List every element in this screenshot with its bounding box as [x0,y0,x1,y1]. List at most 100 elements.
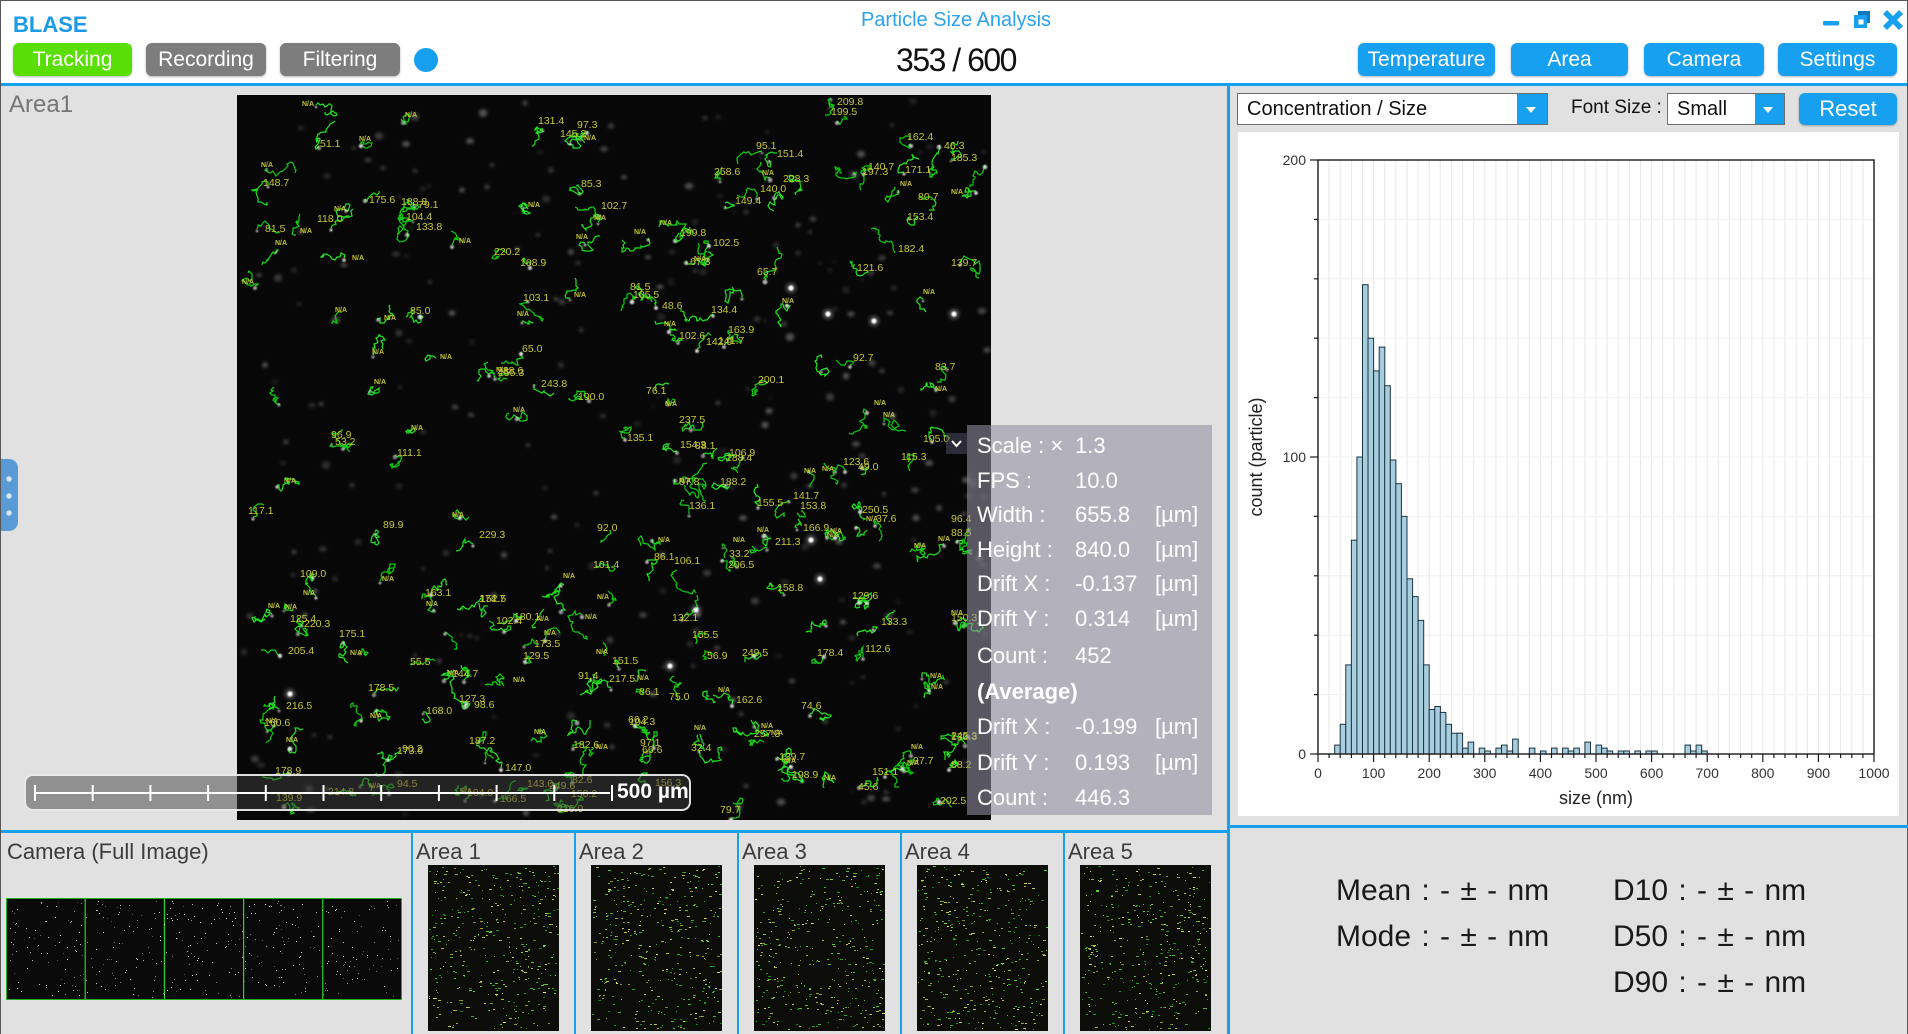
svg-text:175.1: 175.1 [339,628,365,640]
svg-text:187.2: 187.2 [469,735,495,747]
svg-text:100: 100 [1362,765,1386,781]
svg-text:N/A: N/A [359,136,371,143]
svg-text:249.5: 249.5 [742,647,768,659]
svg-text:131.4: 131.4 [538,115,564,127]
svg-text:N/A: N/A [951,610,963,617]
svg-text:74.6: 74.6 [801,700,822,712]
svg-text:154.3: 154.3 [680,439,706,451]
svg-text:129.6: 129.6 [852,590,878,602]
svg-text:N/A: N/A [733,537,745,544]
svg-text:N/A: N/A [930,673,942,680]
svg-text:N/A: N/A [370,713,382,720]
svg-text:139.7: 139.7 [779,751,805,763]
svg-text:136.1: 136.1 [689,500,715,512]
svg-text:N/A: N/A [938,536,950,543]
svg-text:N/A: N/A [935,386,947,393]
svg-text:0: 0 [1314,765,1322,781]
svg-text:145.2: 145.2 [560,128,586,140]
svg-text:211.3: 211.3 [775,536,801,548]
svg-text:151.5: 151.5 [612,655,638,667]
svg-text:48.6: 48.6 [662,300,683,312]
svg-text:160.6: 160.6 [264,717,290,729]
svg-text:N/A: N/A [900,181,912,188]
svg-text:66.6: 66.6 [642,744,663,756]
svg-text:N/A: N/A [914,543,926,550]
svg-text:257.3: 257.3 [754,728,780,740]
svg-text:N/A: N/A [596,649,608,656]
svg-text:N/A: N/A [261,162,273,169]
svg-text:200: 200 [1283,152,1307,168]
svg-text:188.4: 188.4 [726,452,752,464]
svg-text:162.6: 162.6 [736,694,762,706]
svg-text:N/A: N/A [574,292,586,299]
svg-text:79.1: 79.1 [418,199,439,211]
svg-text:144.7: 144.7 [452,668,478,680]
svg-text:166.9: 166.9 [803,522,829,534]
svg-text:155.5: 155.5 [692,629,718,641]
svg-text:151.4: 151.4 [777,148,803,160]
svg-text:N/A: N/A [694,256,706,263]
svg-text:148.7: 148.7 [263,177,289,189]
svg-text:127.3: 127.3 [459,693,485,705]
svg-text:178.4: 178.4 [817,647,843,659]
svg-text:N/A: N/A [440,354,452,361]
svg-text:104.3: 104.3 [629,716,655,728]
svg-text:151.1: 151.1 [872,766,898,778]
svg-text:N/A: N/A [411,425,423,432]
svg-text:65.7: 65.7 [757,266,778,278]
svg-text:N/A: N/A [372,349,384,356]
svg-text:N/A: N/A [576,234,588,241]
svg-text:N/A: N/A [585,614,597,621]
svg-text:258.6: 258.6 [714,166,740,178]
svg-text:133.3: 133.3 [881,616,907,628]
svg-text:size (nm): size (nm) [1559,788,1633,808]
svg-text:400: 400 [1529,765,1553,781]
svg-text:109.0: 109.0 [300,568,326,580]
svg-text:171.1: 171.1 [905,164,931,176]
svg-text:N/A: N/A [660,220,672,227]
svg-text:86.1: 86.1 [639,686,660,698]
svg-text:85.3: 85.3 [581,178,602,190]
svg-text:86.1: 86.1 [654,551,675,563]
svg-text:237.5: 237.5 [679,414,705,426]
svg-text:55.5: 55.5 [410,656,431,668]
svg-text:200.1: 200.1 [758,374,784,386]
svg-text:173.5: 173.5 [534,638,560,650]
svg-text:75.0: 75.0 [669,691,690,703]
svg-text:149.4: 149.4 [735,195,761,207]
svg-text:81.5: 81.5 [630,281,651,293]
svg-text:500: 500 [1584,765,1608,781]
svg-text:N/A: N/A [452,512,464,519]
svg-text:N/A: N/A [286,737,298,744]
svg-text:81.5: 81.5 [265,223,286,235]
svg-text:N/A: N/A [804,468,816,475]
svg-text:199.5: 199.5 [831,106,857,118]
svg-text:175.6: 175.6 [369,194,395,206]
svg-text:188.2: 188.2 [720,476,746,488]
svg-text:count (particle): count (particle) [1246,397,1266,516]
svg-text:N/A: N/A [513,407,525,414]
svg-text:N/A: N/A [352,255,364,262]
svg-text:101.4: 101.4 [593,559,619,571]
svg-text:206.5: 206.5 [728,559,754,571]
svg-text:202.5: 202.5 [940,795,966,807]
svg-text:N/A: N/A [528,202,540,209]
svg-text:163.1: 163.1 [425,587,451,599]
svg-text:N/A: N/A [405,112,417,119]
svg-text:N/A: N/A [665,401,677,408]
svg-text:190.0: 190.0 [578,391,604,403]
svg-text:123.6: 123.6 [843,456,869,468]
svg-text:600: 600 [1640,765,1664,781]
svg-text:141.7: 141.7 [793,490,819,502]
svg-text:152.5: 152.5 [480,593,506,605]
svg-text:121.6: 121.6 [857,262,883,274]
svg-text:102.6: 102.6 [679,330,705,342]
svg-text:N/A: N/A [866,516,878,523]
svg-text:134.4: 134.4 [711,304,737,316]
svg-text:N/A: N/A [284,478,296,485]
svg-text:N/A: N/A [658,537,670,544]
svg-text:32.4: 32.4 [691,742,712,754]
svg-text:129.5: 129.5 [523,650,549,662]
svg-text:173.9: 173.9 [397,745,423,757]
svg-text:N/A: N/A [268,603,280,610]
